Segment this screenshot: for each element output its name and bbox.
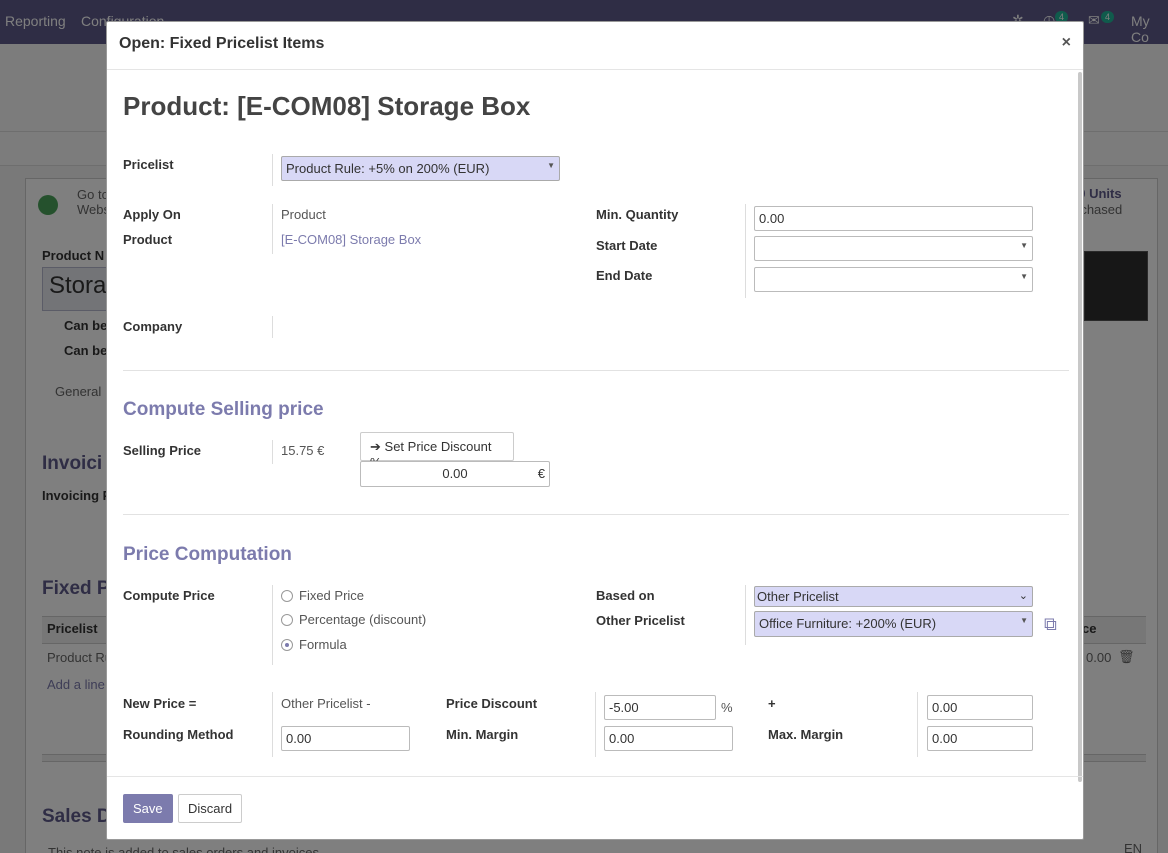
- start-date-input[interactable]: ▼: [754, 236, 1033, 261]
- min-quantity-label: Min. Quantity: [596, 207, 679, 222]
- option-fixed-price[interactable]: Fixed Price: [299, 588, 364, 603]
- max-margin-label: Max. Margin: [768, 727, 844, 742]
- apply-on-value[interactable]: Product: [281, 207, 326, 222]
- other-pricelist-select[interactable]: Office Furniture: +200% (EUR) ▼: [754, 611, 1033, 637]
- close-icon[interactable]: ×: [1062, 34, 1071, 52]
- separator: [745, 204, 746, 298]
- caret-down-icon: ▼: [1020, 272, 1028, 281]
- modal-title: Open: Fixed Pricelist Items: [119, 35, 325, 52]
- company-label: Company: [123, 319, 183, 334]
- min-quantity-input[interactable]: 0.00: [754, 206, 1033, 231]
- pricelist-select[interactable]: Product Rule: +5% on 200% (EUR) ▼: [281, 156, 560, 181]
- rounding-method-input[interactable]: 0.00: [281, 726, 410, 751]
- apply-on-label: Apply On: [123, 207, 181, 222]
- separator: [595, 692, 596, 757]
- option-formula[interactable]: Formula: [299, 637, 347, 652]
- currency-symbol: €: [537, 466, 545, 481]
- option-percentage[interactable]: Percentage (discount): [299, 612, 426, 627]
- product-label: Product: [123, 232, 173, 247]
- price-discount-label: Price Discount: [446, 696, 538, 711]
- based-on-value: Other Pricelist: [757, 589, 839, 604]
- price-computation-title: Price Computation: [123, 544, 292, 565]
- separator: [272, 204, 273, 254]
- external-link-icon[interactable]: ⧉: [1044, 614, 1057, 635]
- other-pricelist-value: Office Furniture: +200% (EUR): [759, 616, 937, 631]
- based-on-select[interactable]: Other Pricelist ⌄: [754, 586, 1033, 607]
- other-pricelist-label: Other Pricelist: [596, 613, 685, 628]
- discount-input[interactable]: 0.00 €: [360, 461, 550, 487]
- based-on-label: Based on: [596, 588, 655, 603]
- separator: [272, 440, 273, 464]
- modal-footer: Save Discard: [107, 776, 1083, 839]
- chevron-down-icon: ⌄: [1018, 590, 1028, 602]
- caret-down-icon: ▼: [1020, 241, 1028, 250]
- radio-formula[interactable]: [281, 639, 293, 651]
- discard-button[interactable]: Discard: [178, 794, 243, 823]
- min-margin-label: Min. Margin: [446, 727, 519, 742]
- save-button[interactable]: Save: [123, 794, 173, 823]
- caret-down-icon: ▼: [1020, 616, 1028, 625]
- price-discount-input[interactable]: -5.00: [604, 695, 716, 720]
- plus-symbol: +: [768, 696, 776, 711]
- modal-header: Open: Fixed Pricelist Items ×: [107, 22, 1083, 70]
- pricelist-value: Product Rule: +5% on 200% (EUR): [286, 161, 490, 176]
- radio-fixed-price[interactable]: [281, 590, 293, 602]
- divider: [123, 514, 1069, 515]
- new-price-value: Other Pricelist -: [281, 696, 371, 711]
- percent-symbol: %: [721, 700, 733, 715]
- rounding-method-label: Rounding Method: [123, 727, 234, 742]
- product-link[interactable]: [E-COM08] Storage Box: [281, 232, 421, 247]
- caret-down-icon: ▼: [547, 161, 555, 170]
- end-date-label: End Date: [596, 268, 653, 283]
- set-price-discount-button[interactable]: ➔ Set Price Discount %: [360, 432, 514, 470]
- arrow-right-icon: ➔: [370, 439, 381, 454]
- separator: [272, 692, 273, 757]
- scrollbar[interactable]: [1078, 72, 1082, 782]
- new-price-label: New Price =: [123, 696, 197, 711]
- surcharge-input[interactable]: 0.00: [927, 695, 1033, 720]
- end-date-input[interactable]: ▼: [754, 267, 1033, 292]
- discount-value: 0.00: [442, 466, 468, 481]
- divider: [123, 370, 1069, 371]
- separator: [272, 316, 273, 338]
- separator: [272, 154, 273, 186]
- compute-price-label: Compute Price: [123, 588, 215, 603]
- max-margin-input[interactable]: 0.00: [927, 726, 1033, 751]
- page-title: Product: [E-COM08] Storage Box: [123, 91, 531, 121]
- separator: [272, 585, 273, 665]
- separator: [917, 692, 918, 757]
- pricelist-label: Pricelist: [123, 157, 174, 172]
- compute-selling-title: Compute Selling price: [123, 399, 324, 420]
- pricelist-item-dialog: Open: Fixed Pricelist Items × Product: […: [106, 21, 1084, 840]
- min-margin-input[interactable]: 0.00: [604, 726, 733, 751]
- selling-price-value: 15.75 €: [281, 443, 325, 458]
- selling-price-label: Selling Price: [123, 443, 202, 458]
- start-date-label: Start Date: [596, 238, 658, 253]
- separator: [745, 585, 746, 645]
- radio-percentage[interactable]: [281, 614, 293, 626]
